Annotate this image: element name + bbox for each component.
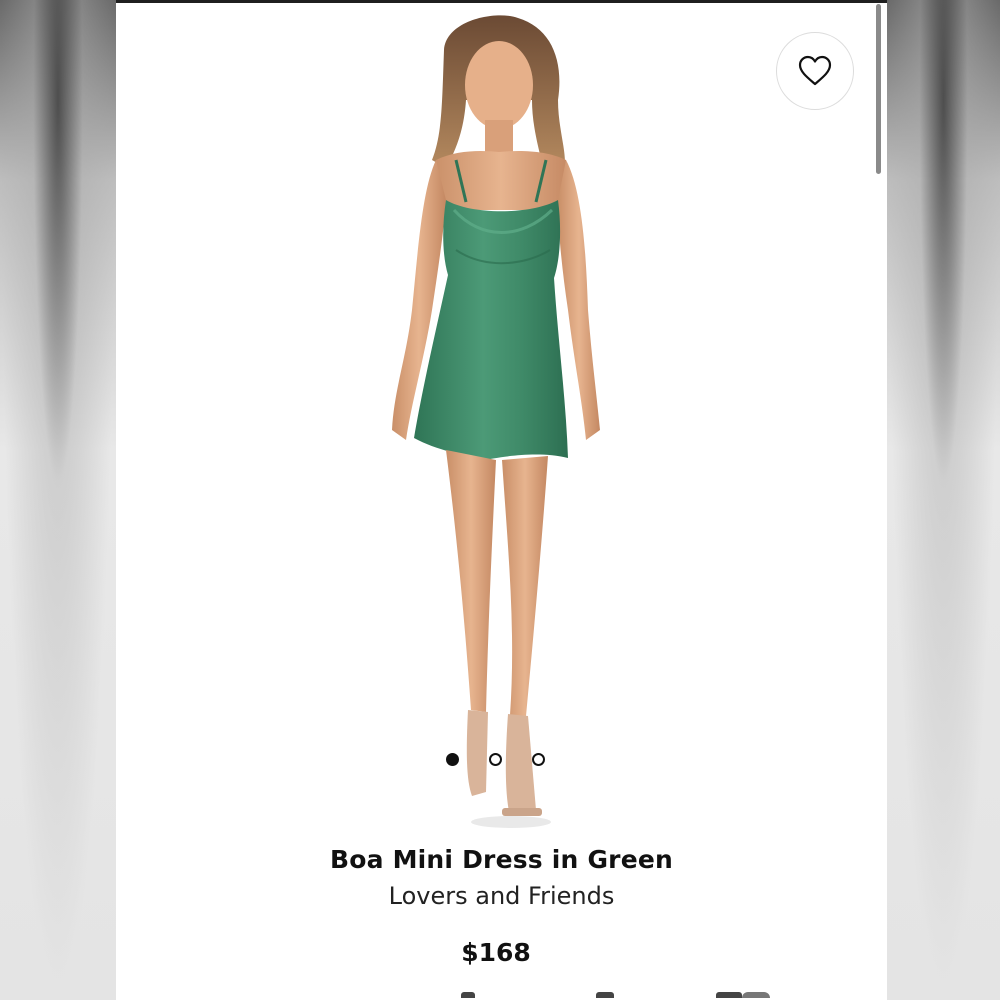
screen-top-edge xyxy=(116,0,887,3)
model-photo-illustration xyxy=(392,15,600,828)
favorite-button[interactable] xyxy=(776,32,854,110)
brand-name[interactable]: Lovers and Friends xyxy=(116,882,887,910)
carousel-dot-1[interactable] xyxy=(446,752,459,766)
product-page: Boa Mini Dress in Green Lovers and Frien… xyxy=(116,0,887,1000)
heart-outline-icon xyxy=(798,55,832,86)
product-price: $168 xyxy=(461,938,531,967)
cut-off-content-row xyxy=(116,992,887,1000)
image-carousel-indicator xyxy=(446,750,545,768)
scrollbar[interactable] xyxy=(876,4,881,174)
blurred-background-right xyxy=(887,0,1000,1000)
product-image[interactable] xyxy=(296,10,716,830)
carousel-dot-3[interactable] xyxy=(532,752,545,766)
carousel-dot-2[interactable] xyxy=(489,752,502,766)
product-title: Boa Mini Dress in Green xyxy=(329,845,674,874)
blurred-background-left xyxy=(0,0,116,1000)
